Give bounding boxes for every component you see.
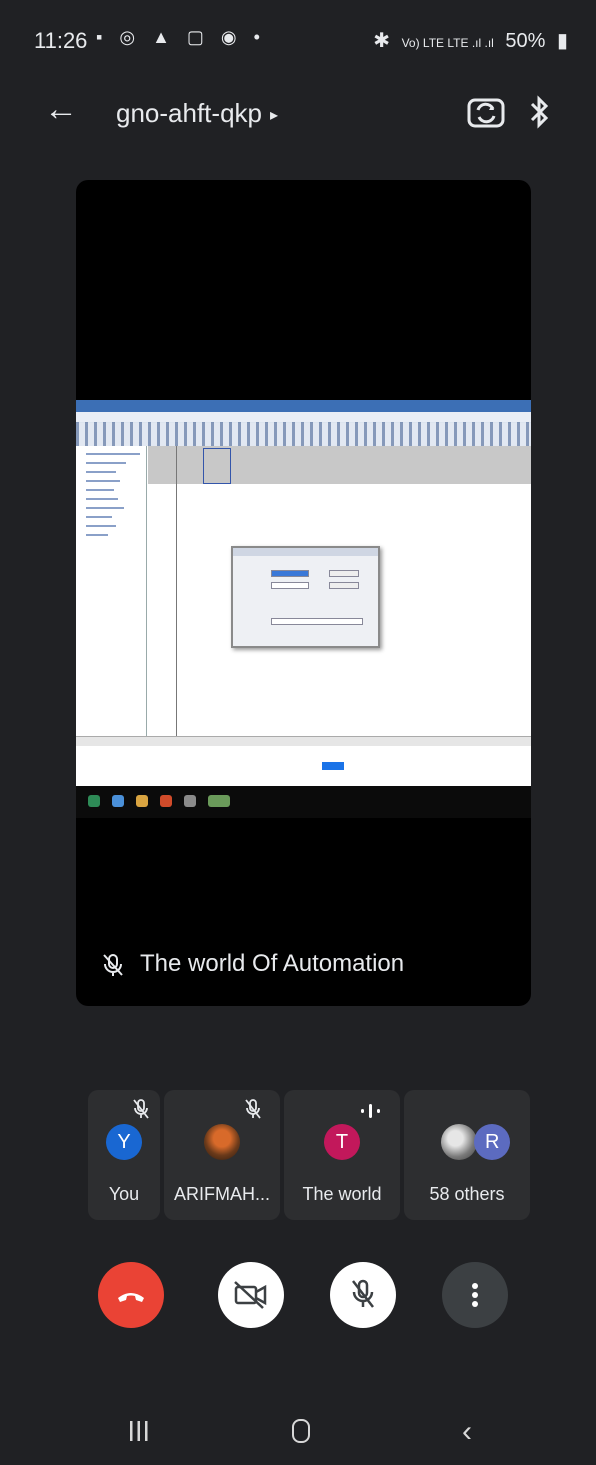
back-arrow-icon[interactable]: ← bbox=[44, 90, 78, 129]
presenter-name: The world Of Automation bbox=[140, 950, 405, 977]
end-call-button[interactable] bbox=[98, 1262, 164, 1328]
participant-tile-others[interactable]: R 58 others bbox=[404, 1090, 530, 1220]
recents-icon[interactable] bbox=[128, 1419, 150, 1443]
presenter-name-row: The world Of Automation bbox=[102, 950, 404, 978]
avatar bbox=[204, 1124, 240, 1160]
battery-text: 50% bbox=[505, 30, 546, 52]
participant-tile-the-world[interactable]: T The world bbox=[284, 1090, 400, 1220]
more-vert-icon bbox=[472, 1283, 478, 1307]
mic-off-icon bbox=[245, 1099, 261, 1119]
shared-ladder-canvas bbox=[148, 446, 531, 484]
top-bar: ← gno-ahft-qkp ▸ bbox=[0, 88, 596, 148]
nav-back-icon[interactable]: ‹ bbox=[462, 1415, 472, 1449]
battery-icon: ▮ bbox=[556, 30, 568, 52]
avatar: R bbox=[474, 1124, 511, 1160]
more-options-button[interactable] bbox=[442, 1262, 508, 1328]
avatar bbox=[441, 1124, 478, 1160]
participant-name: You bbox=[108, 1184, 140, 1204]
mic-off-icon bbox=[133, 1099, 149, 1119]
participant-tile-arifmah[interactable]: ARIFMAH... bbox=[164, 1090, 280, 1220]
status-time: 11:26 bbox=[34, 28, 88, 53]
meeting-code[interactable]: gno-ahft-qkp ▸ bbox=[116, 98, 278, 129]
bluetooth-audio-icon[interactable] bbox=[526, 94, 552, 130]
bluetooth-status-icon: ✱ bbox=[373, 30, 391, 52]
signal-icon: Vo) LTE LTE .ıl .ıl bbox=[401, 36, 494, 50]
mic-off-icon bbox=[352, 1279, 374, 1308]
speaking-indicator-icon bbox=[361, 1104, 380, 1118]
hang-up-icon bbox=[118, 1293, 144, 1302]
shared-rail-line bbox=[176, 446, 177, 736]
shared-window-toolbar bbox=[76, 422, 531, 446]
shared-window-titlebar bbox=[76, 400, 531, 412]
home-icon[interactable] bbox=[292, 1419, 310, 1443]
participant-name: The world bbox=[302, 1184, 382, 1204]
camera-off-icon bbox=[234, 1281, 267, 1309]
meeting-code-text: gno-ahft-qkp bbox=[116, 98, 262, 128]
participant-strip: Y You ARIFMAH... T The world R 58 others bbox=[88, 1090, 530, 1220]
shared-share-banner bbox=[76, 746, 531, 786]
shared-screen bbox=[76, 400, 531, 818]
avatar: Y bbox=[106, 1124, 142, 1160]
participant-name: 58 others bbox=[429, 1184, 505, 1204]
status-icons-right: ✱ Vo) LTE LTE .ıl .ıl 50% ▮ bbox=[367, 28, 568, 53]
shared-project-tree bbox=[76, 446, 147, 736]
status-bar: 11:26 ▪ ◎ ▲ ▢ ◉ • ✱ Vo) LTE LTE .ıl .ıl … bbox=[0, 0, 596, 88]
switch-camera-icon[interactable] bbox=[464, 92, 508, 132]
avatar: T bbox=[324, 1124, 360, 1160]
participant-name: ARIFMAH... bbox=[173, 1184, 270, 1204]
shared-dialog bbox=[231, 546, 380, 648]
mic-off-icon bbox=[103, 953, 123, 976]
notification-icons: ▪ ◎ ▲ ▢ ◉ • bbox=[96, 27, 266, 47]
participant-tile-you[interactable]: Y You bbox=[88, 1090, 160, 1220]
call-controls bbox=[0, 1262, 596, 1342]
shared-taskbar bbox=[76, 786, 531, 818]
mic-toggle-button[interactable] bbox=[330, 1262, 396, 1328]
system-nav-bar: ‹ bbox=[0, 1415, 596, 1465]
presenter-tile[interactable]: The world Of Automation bbox=[76, 180, 531, 1006]
chevron-right-icon: ▸ bbox=[269, 107, 279, 125]
camera-toggle-button[interactable] bbox=[218, 1262, 284, 1328]
